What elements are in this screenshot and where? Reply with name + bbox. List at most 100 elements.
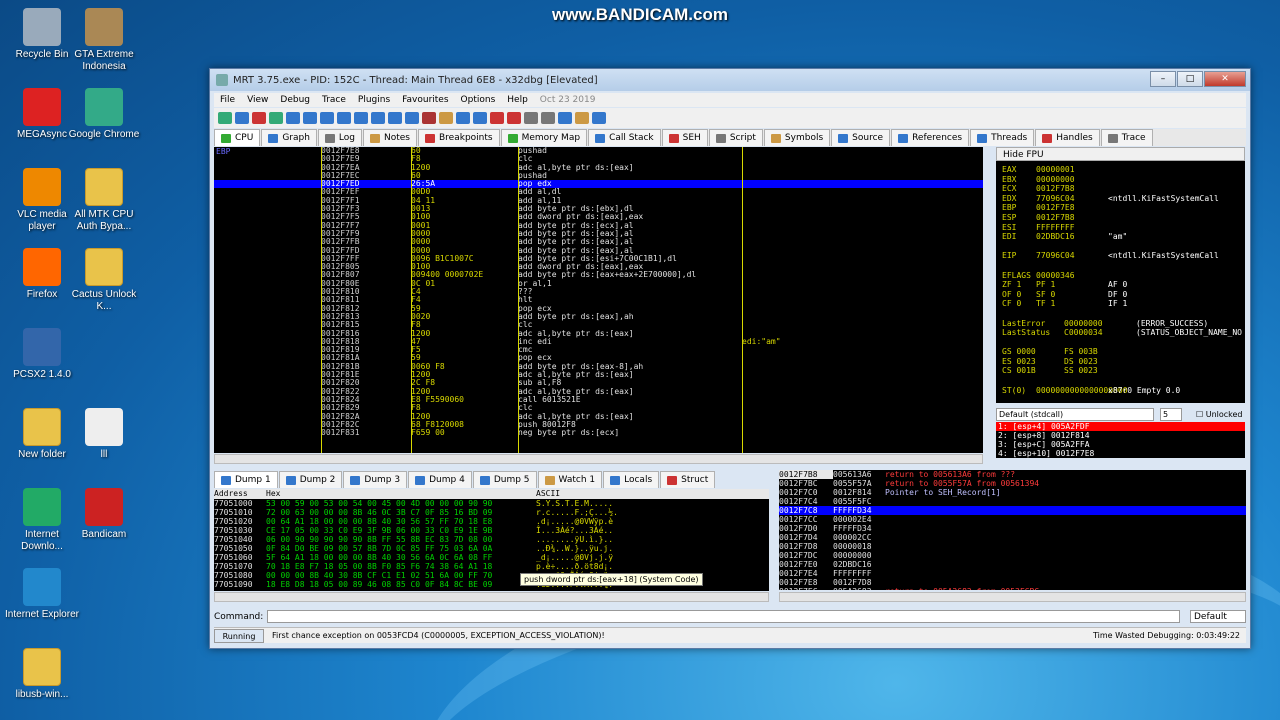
menu-debug[interactable]: Debug [274,95,316,105]
tab-trace[interactable]: Trace [1100,129,1153,146]
tab-seh[interactable]: SEH [661,129,708,146]
desktop-icon[interactable]: libusb-win... [5,648,79,701]
title-bar[interactable]: MRT 3.75.exe - PID: 152C - Thread: Main … [210,69,1250,91]
dump-row[interactable]: 77051070 70 18 E8 F7 18 05 00 8B F0 85 F6… [214,562,769,571]
dump-row[interactable]: 77051020 00 64 A1 18 00 00 00 8B 40 30 56… [214,517,769,526]
stack-row[interactable]: 0012F7E8 0012F7D8 [779,578,1246,587]
toolbar-button[interactable] [303,112,317,124]
toolbar-button[interactable] [354,112,368,124]
desktop-icon[interactable]: PCSX2 1.4.0 [5,328,79,381]
register-row[interactable] [996,309,1245,319]
menu-favourites[interactable]: Favourites [396,95,454,105]
tab-notes[interactable]: Notes [363,129,417,146]
stack-row[interactable]: 0012F7D4 000002CC [779,533,1246,542]
register-row[interactable]: ST(0) 0000000000000000000x87r0 Empty 0.0 [996,386,1245,396]
dump-tab-watch-1[interactable]: Watch 1 [537,471,603,488]
hide-fpu-button[interactable]: Hide FPU [996,147,1245,161]
register-row[interactable]: LastStatus C0000034 (STATUS_OBJECT_NAME_NO [996,328,1245,338]
tab-breakpoints[interactable]: Breakpoints [418,129,500,146]
menu-help[interactable]: Help [501,95,534,105]
tab-handles[interactable]: Handles [1035,129,1100,146]
toolbar-button[interactable] [490,112,504,124]
dump-row[interactable]: 77051030 CE 17 05 00 33 C0 E9 3F 9B 06 00… [214,526,769,535]
register-row[interactable]: EFLAGS 00000346 [996,271,1245,281]
stack-view[interactable]: 0012F7B8 005613A6 return to 005613A6 from … [779,470,1246,590]
dump-row[interactable]: 77051060 5F 64 A1 18 00 00 00 8B 40 30 56… [214,553,769,562]
register-row[interactable]: EBX 00000000 [996,175,1245,185]
dump-tab-dump-5[interactable]: Dump 5 [472,471,537,488]
menu-plugins[interactable]: Plugins [352,95,396,105]
dump-tab-locals[interactable]: Locals [603,471,660,488]
toolbar-button[interactable] [473,112,487,124]
toolbar-button[interactable] [235,112,249,124]
register-row[interactable] [996,376,1245,386]
command-input[interactable] [267,610,1180,623]
command-mode-select[interactable]: Default [1190,610,1246,623]
argument-row[interactable]: 3: [esp+C] 005A2FFA [996,440,1245,449]
register-row[interactable]: ESI FFFFFFFF [996,223,1245,233]
stack-hscroll[interactable] [779,592,1246,602]
toolbar-button[interactable] [422,112,436,124]
stack-row[interactable]: 0012F7E0 02DBDC16 [779,560,1246,569]
tab-memory-map[interactable]: Memory Map [500,129,588,146]
argument-row[interactable]: 1: [esp+4] 005A2FDF [996,422,1245,431]
tab-references[interactable]: References [891,129,970,146]
stack-row[interactable]: 0012F7C8 FFFFFD34 [779,506,1246,515]
unlocked-checkbox[interactable]: ☐ Unlocked [1196,410,1243,419]
toolbar-button[interactable] [371,112,385,124]
register-row[interactable]: EDI 02DBDC16 "am" [996,232,1245,242]
register-row[interactable]: LastError 00000000 (ERROR_SUCCESS) [996,319,1245,329]
toolbar-button[interactable] [439,112,453,124]
desktop-icon[interactable]: All MTK CPU Auth Bypa... [67,168,141,233]
menu-view[interactable]: View [241,95,274,105]
tab-threads[interactable]: Threads [970,129,1035,146]
register-row[interactable]: OF 0 SF 0 DF 0 [996,290,1245,300]
tab-call-stack[interactable]: Call Stack [588,129,661,146]
register-row[interactable]: ZF 1 PF 1 AF 0 [996,280,1245,290]
desktop-icon[interactable]: Bandicam [67,488,141,541]
menu-file[interactable]: File [214,95,241,105]
dump-row[interactable]: 77051040 06 00 90 90 90 90 90 8B FF 55 8B… [214,535,769,544]
disassembly-view[interactable]: EBP 0012F7E8 60 pushad 0012F7E9 F8 clc 0012F7E… [214,147,983,453]
register-row[interactable]: EDX 77096C04 <ntdll.KiFastSystemCall [996,194,1245,204]
stack-row[interactable]: 0012F7DC 00000000 [779,551,1246,560]
close-button[interactable]: ✕ [1204,71,1246,87]
desktop-icon[interactable]: Google Chrome [67,88,141,141]
dump-row[interactable]: 77051000 53 00 59 00 53 00 54 00 45 00 4D… [214,499,769,508]
stack-row[interactable]: 0012F7B8 005613A6 return to 005613A6 from … [779,470,1246,479]
call-convention-select[interactable]: Default (stdcall) [996,407,1154,421]
register-row[interactable]: EAX 00000001 [996,165,1245,175]
maximize-button[interactable]: □ [1177,71,1203,87]
stack-row[interactable]: 0012F7BC 0055F57A return to 0055F57A from … [779,479,1246,488]
disasm-row[interactable]: 0012F831 F659 00 neg byte ptr ds:[ecx] [214,428,983,437]
stack-row[interactable]: 0012F7D0 FFFFFD34 [779,524,1246,533]
register-row[interactable] [996,242,1245,252]
stack-row[interactable]: 0012F7EC005A2682return to 005A2682 from … [779,587,1246,590]
register-row[interactable]: ESP 0012F7B8 [996,213,1245,223]
toolbar-button[interactable] [524,112,538,124]
menu-trace[interactable]: Trace [316,95,352,105]
desktop-icon[interactable]: lll [67,408,141,461]
toolbar-button[interactable] [252,112,266,124]
tab-graph[interactable]: Graph [261,129,317,146]
toolbar-button[interactable] [269,112,283,124]
disasm-hscroll[interactable] [214,454,983,464]
toolbar-button[interactable] [388,112,402,124]
register-row[interactable] [996,338,1245,348]
toolbar-button[interactable] [507,112,521,124]
stack-row[interactable]: 0012F7C4 0055F5FC [779,497,1246,506]
tab-source[interactable]: Source [831,129,891,146]
toolbar-button[interactable] [320,112,334,124]
toolbar-button[interactable] [592,112,606,124]
arg-count-spinner[interactable]: 5 [1160,407,1182,421]
toolbar-button[interactable] [456,112,470,124]
register-row[interactable]: ECX 0012F7B8 [996,184,1245,194]
minimize-button[interactable]: – [1150,71,1176,87]
toolbar-button[interactable] [558,112,572,124]
register-row[interactable]: EIP 77096C04 <ntdll.KiFastSystemCall [996,251,1245,261]
argument-row[interactable]: 2: [esp+8] 0012F814 [996,431,1245,440]
stack-row[interactable]: 0012F7E4 FFFFFFFF [779,569,1246,578]
menu-options[interactable]: Options [455,95,502,105]
dump-tab-dump-1[interactable]: Dump 1 [214,471,278,488]
toolbar-button[interactable] [541,112,555,124]
